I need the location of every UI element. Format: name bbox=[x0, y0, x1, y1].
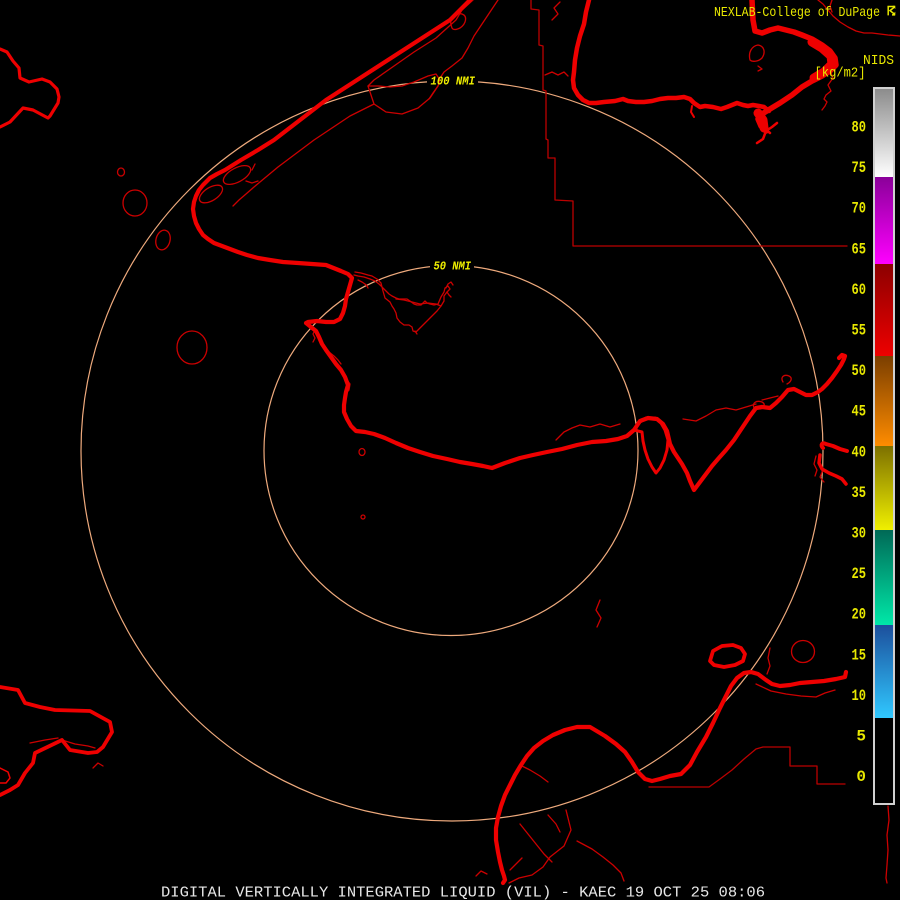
svg-text:80: 80 bbox=[852, 119, 867, 137]
svg-text:15: 15 bbox=[852, 646, 867, 664]
svg-text:10: 10 bbox=[852, 687, 867, 705]
svg-text:30: 30 bbox=[852, 525, 867, 543]
svg-text:5: 5 bbox=[856, 728, 866, 746]
svg-text:NIDS: NIDS bbox=[863, 53, 894, 69]
svg-text:65: 65 bbox=[852, 240, 867, 258]
svg-text:[kg/m2]: [kg/m2] bbox=[815, 66, 866, 82]
svg-text:40: 40 bbox=[852, 443, 867, 461]
svg-text:60: 60 bbox=[852, 281, 867, 299]
svg-text:50 NMI: 50 NMI bbox=[434, 260, 472, 274]
svg-text:20: 20 bbox=[852, 606, 867, 624]
svg-text:70: 70 bbox=[852, 200, 867, 218]
svg-text:55: 55 bbox=[852, 322, 867, 340]
svg-text:50: 50 bbox=[852, 362, 867, 380]
svg-text:0: 0 bbox=[856, 768, 866, 786]
svg-text:45: 45 bbox=[852, 403, 867, 421]
svg-text:NEXLAB-College of DuPage: NEXLAB-College of DuPage bbox=[714, 5, 880, 21]
svg-text:35: 35 bbox=[852, 484, 867, 502]
svg-text:75: 75 bbox=[852, 159, 867, 177]
svg-text:DIGITAL VERTICALLY INTEGRATED: DIGITAL VERTICALLY INTEGRATED LIQUID (VI… bbox=[161, 885, 765, 900]
svg-text:25: 25 bbox=[852, 565, 867, 583]
svg-text:100 NMI: 100 NMI bbox=[431, 75, 476, 89]
